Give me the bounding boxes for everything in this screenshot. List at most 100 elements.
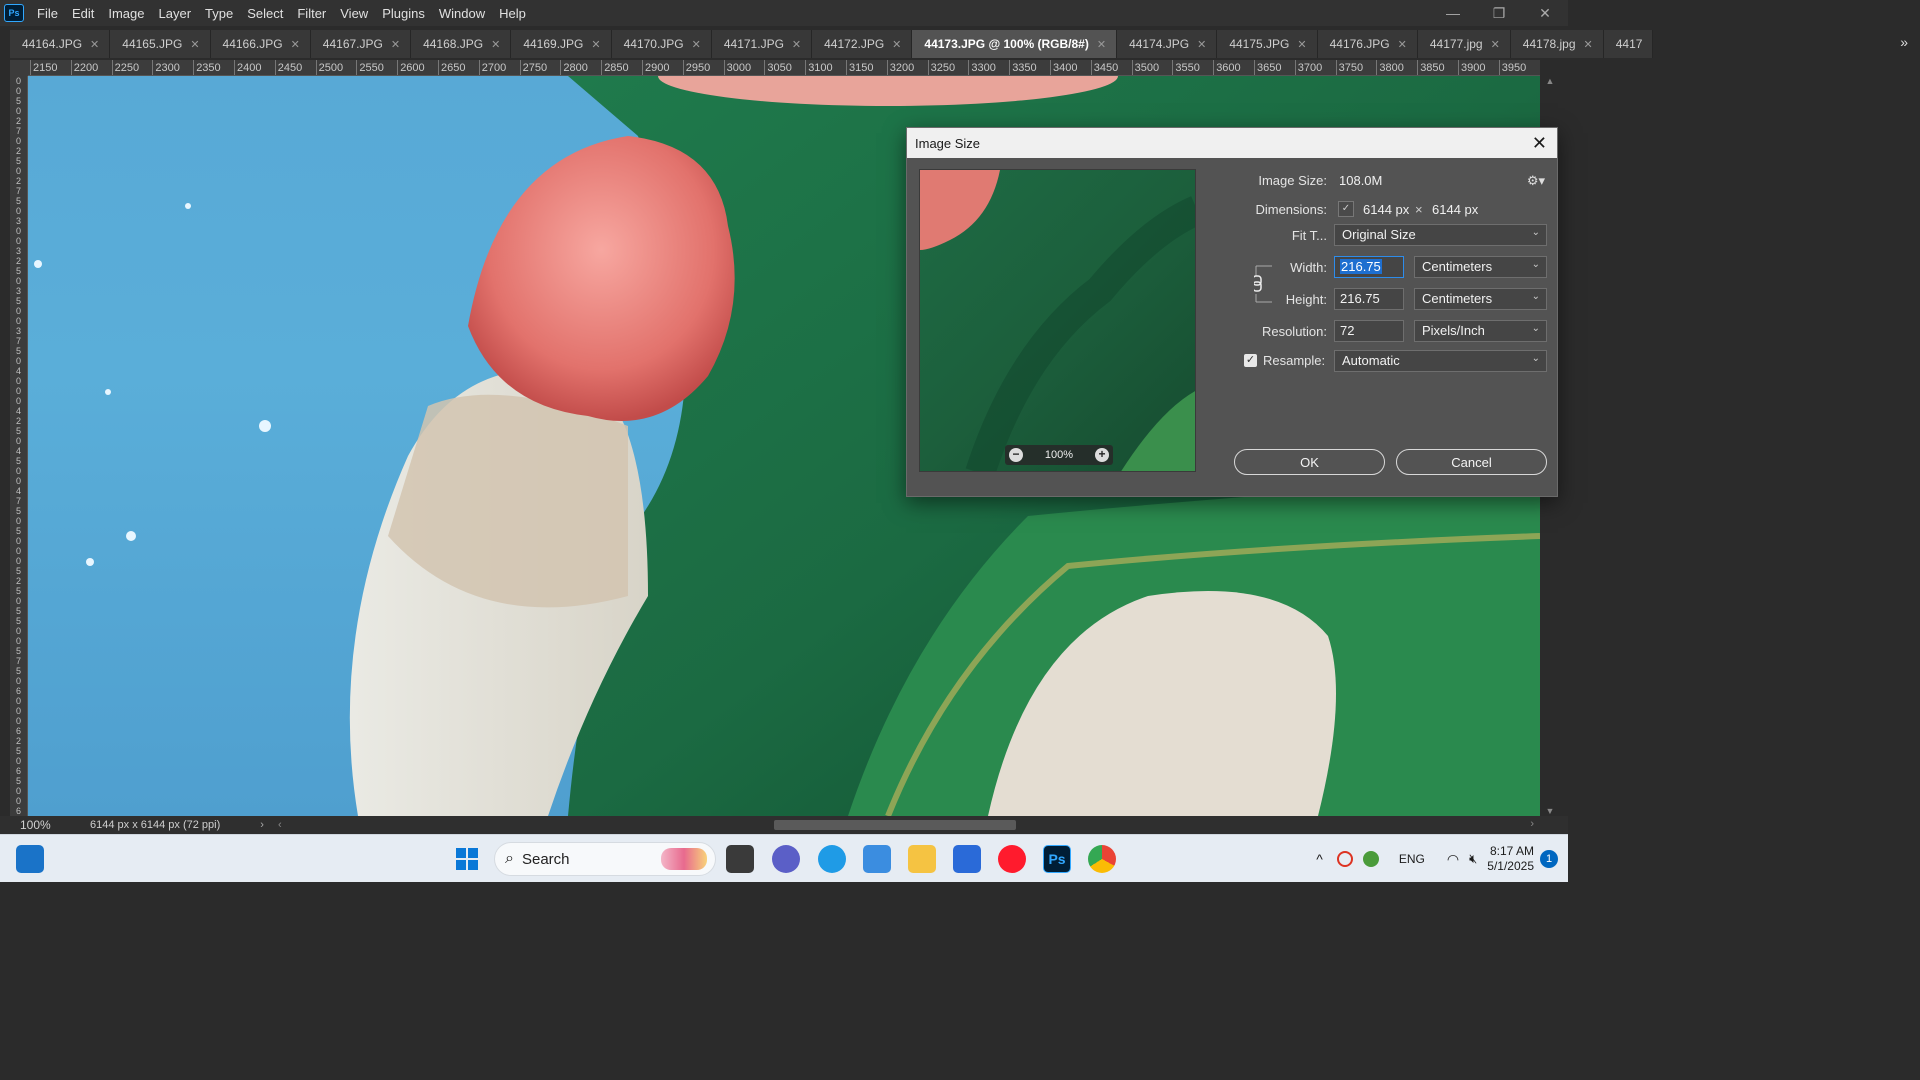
menu-help[interactable]: Help	[492, 6, 533, 21]
start-icon[interactable]	[453, 845, 481, 873]
menu-filter[interactable]: Filter	[290, 6, 333, 21]
windows-taskbar: ⌕ Search Ps ^ ENG ◠ 🔇︎ 8:17 AM 5/1/2025 …	[0, 834, 1568, 882]
menu-image[interactable]: Image	[101, 6, 151, 21]
height-unit-dropdown[interactable]: Centimeters ⌄	[1414, 288, 1547, 310]
menu-select[interactable]: Select	[240, 6, 290, 21]
width-input[interactable]: 216.75	[1334, 256, 1404, 278]
tab-close-icon[interactable]: ✕	[591, 38, 600, 51]
scroll-right-arrow-icon[interactable]: ›	[1530, 818, 1534, 830]
tab-document[interactable]: 44178.jpg ✕	[1510, 30, 1604, 58]
tab-close-icon[interactable]: ✕	[1491, 38, 1500, 51]
width-unit-dropdown[interactable]: Centimeters ⌄	[1414, 256, 1547, 278]
resample-checkbox[interactable]: ✓	[1244, 354, 1257, 367]
tab-close-icon[interactable]: ✕	[1584, 38, 1593, 51]
zoom-out-icon[interactable]: −	[1009, 448, 1023, 462]
opera-icon[interactable]	[998, 845, 1026, 873]
ruler-digit: 0	[15, 356, 21, 366]
tab-close-icon[interactable]: ✕	[1197, 38, 1206, 51]
tab-document[interactable]: 44166.JPG ✕	[210, 30, 311, 58]
speaker-muted-icon[interactable]: 🔇︎	[1469, 851, 1477, 867]
scroll-down-arrow-icon[interactable]: ▼	[1544, 806, 1556, 816]
search-highlight-icon	[661, 848, 707, 870]
tab-document[interactable]: 44170.JPG ✕	[611, 30, 712, 58]
tab-document[interactable]: 4417	[1603, 30, 1654, 58]
teams-icon[interactable]	[772, 845, 800, 873]
height-input[interactable]: 216.75	[1334, 288, 1404, 310]
close-window-button[interactable]: ✕	[1522, 0, 1568, 26]
tab-close-icon[interactable]: ✕	[90, 38, 99, 51]
tab-close-icon[interactable]: ✕	[391, 38, 400, 51]
tab-active-document[interactable]: 44173.JPG @ 100% (RGB/8#) ✕	[912, 30, 1118, 58]
language-indicator[interactable]: ENG	[1399, 852, 1425, 866]
tab-close-icon[interactable]: ✕	[190, 38, 199, 51]
notification-badge[interactable]: 1	[1540, 850, 1558, 868]
tab-document[interactable]: 44172.JPG ✕	[812, 30, 913, 58]
edge-icon[interactable]	[818, 845, 846, 873]
tab-document[interactable]: 44164.JPG ✕	[10, 30, 111, 58]
horizontal-scrollbar-thumb[interactable]	[774, 820, 1016, 830]
dialog-close-icon[interactable]: ✕	[1532, 133, 1547, 154]
ruler-tick	[1213, 60, 1215, 75]
widgets-icon[interactable]	[16, 845, 44, 873]
tab-document[interactable]: 44174.JPG ✕	[1117, 30, 1218, 58]
tab-close-icon[interactable]: ✕	[291, 38, 300, 51]
tab-document[interactable]: 44167.JPG ✕	[310, 30, 412, 58]
photoshop-taskbar-icon[interactable]: Ps	[1043, 845, 1071, 873]
store-icon[interactable]	[953, 845, 981, 873]
task-view-icon[interactable]	[726, 845, 754, 873]
resample-dropdown[interactable]: Automatic ⌄	[1334, 350, 1547, 372]
dimensions-dropdown-icon[interactable]: ✓	[1338, 201, 1354, 217]
tab-close-icon[interactable]: ✕	[792, 38, 801, 51]
tab-document[interactable]: 44175.JPG ✕	[1217, 30, 1318, 58]
resolution-unit-dropdown[interactable]: Pixels/Inch ⌄	[1414, 320, 1547, 342]
clock[interactable]: 8:17 AM 5/1/2025	[1487, 844, 1534, 874]
menu-layer[interactable]: Layer	[152, 6, 199, 21]
wifi-icon[interactable]: ◠	[1447, 851, 1459, 868]
horizontal-ruler[interactable]: 2150 2200 2250 2300 2350 2400 2450 2500 2550 2600…	[28, 60, 1540, 76]
resolution-input[interactable]: 72	[1334, 320, 1404, 342]
lens-icon[interactable]	[863, 845, 891, 873]
cancel-button[interactable]: Cancel	[1396, 449, 1547, 475]
ruler-label: 3150	[849, 62, 874, 74]
fit-to-dropdown[interactable]: Original Size ⌄	[1334, 224, 1547, 246]
menu-file[interactable]: File	[30, 6, 65, 21]
tab-document[interactable]: 44169.JPG ✕	[511, 30, 612, 58]
zoom-level[interactable]: 100%	[0, 818, 62, 832]
tab-close-icon[interactable]: ✕	[491, 38, 500, 51]
tab-document[interactable]: 44165.JPG ✕	[110, 30, 211, 58]
vertical-ruler[interactable]: 0050270250275030032503500375040004250450…	[10, 76, 28, 816]
status-menu-arrow-icon[interactable]: ›	[260, 819, 264, 831]
tab-document[interactable]: 44177.jpg ✕	[1417, 30, 1511, 58]
minimize-button[interactable]: —	[1430, 0, 1476, 26]
ok-button[interactable]: OK	[1234, 449, 1385, 475]
menu-edit[interactable]: Edit	[65, 6, 101, 21]
menu-type[interactable]: Type	[198, 6, 240, 21]
image-preview[interactable]: − 100% +	[919, 169, 1196, 472]
tab-close-icon[interactable]: ✕	[1398, 38, 1407, 51]
tab-close-icon[interactable]: ✕	[1297, 38, 1306, 51]
image-size-label: Image Size:	[1258, 173, 1327, 188]
settings-gear-icon[interactable]: ⚙▾	[1527, 173, 1545, 189]
tab-close-icon[interactable]: ✕	[692, 38, 701, 51]
tab-document[interactable]: 44171.JPG ✕	[711, 30, 813, 58]
chevron-down-icon: ⌄	[1531, 259, 1540, 270]
scroll-left-arrow-icon[interactable]: ‹	[278, 819, 282, 831]
tab-close-icon[interactable]: ✕	[1097, 38, 1106, 51]
scroll-up-arrow-icon[interactable]: ▲	[1544, 76, 1556, 86]
menu-view[interactable]: View	[333, 6, 375, 21]
tab-overflow-button[interactable]: »	[1900, 34, 1908, 50]
file-explorer-icon[interactable]	[908, 845, 936, 873]
tab-document[interactable]: 44168.JPG ✕	[411, 30, 512, 58]
chrome-icon[interactable]	[1088, 845, 1116, 873]
ruler-digit: 5	[15, 526, 21, 536]
maximize-button[interactable]: ❐	[1476, 0, 1522, 26]
tab-document[interactable]: 44176.JPG ✕	[1317, 30, 1418, 58]
menu-plugins[interactable]: Plugins	[375, 6, 432, 21]
menu-window[interactable]: Window	[432, 6, 492, 21]
vpn-icon[interactable]	[1336, 851, 1353, 867]
tab-close-icon[interactable]: ✕	[892, 38, 901, 51]
tray-overflow-icon[interactable]: ^	[1316, 851, 1323, 867]
zoom-in-icon[interactable]: +	[1094, 448, 1109, 462]
taskbar-search[interactable]: ⌕ Search	[494, 842, 716, 876]
network-app-icon[interactable]	[1362, 851, 1379, 867]
